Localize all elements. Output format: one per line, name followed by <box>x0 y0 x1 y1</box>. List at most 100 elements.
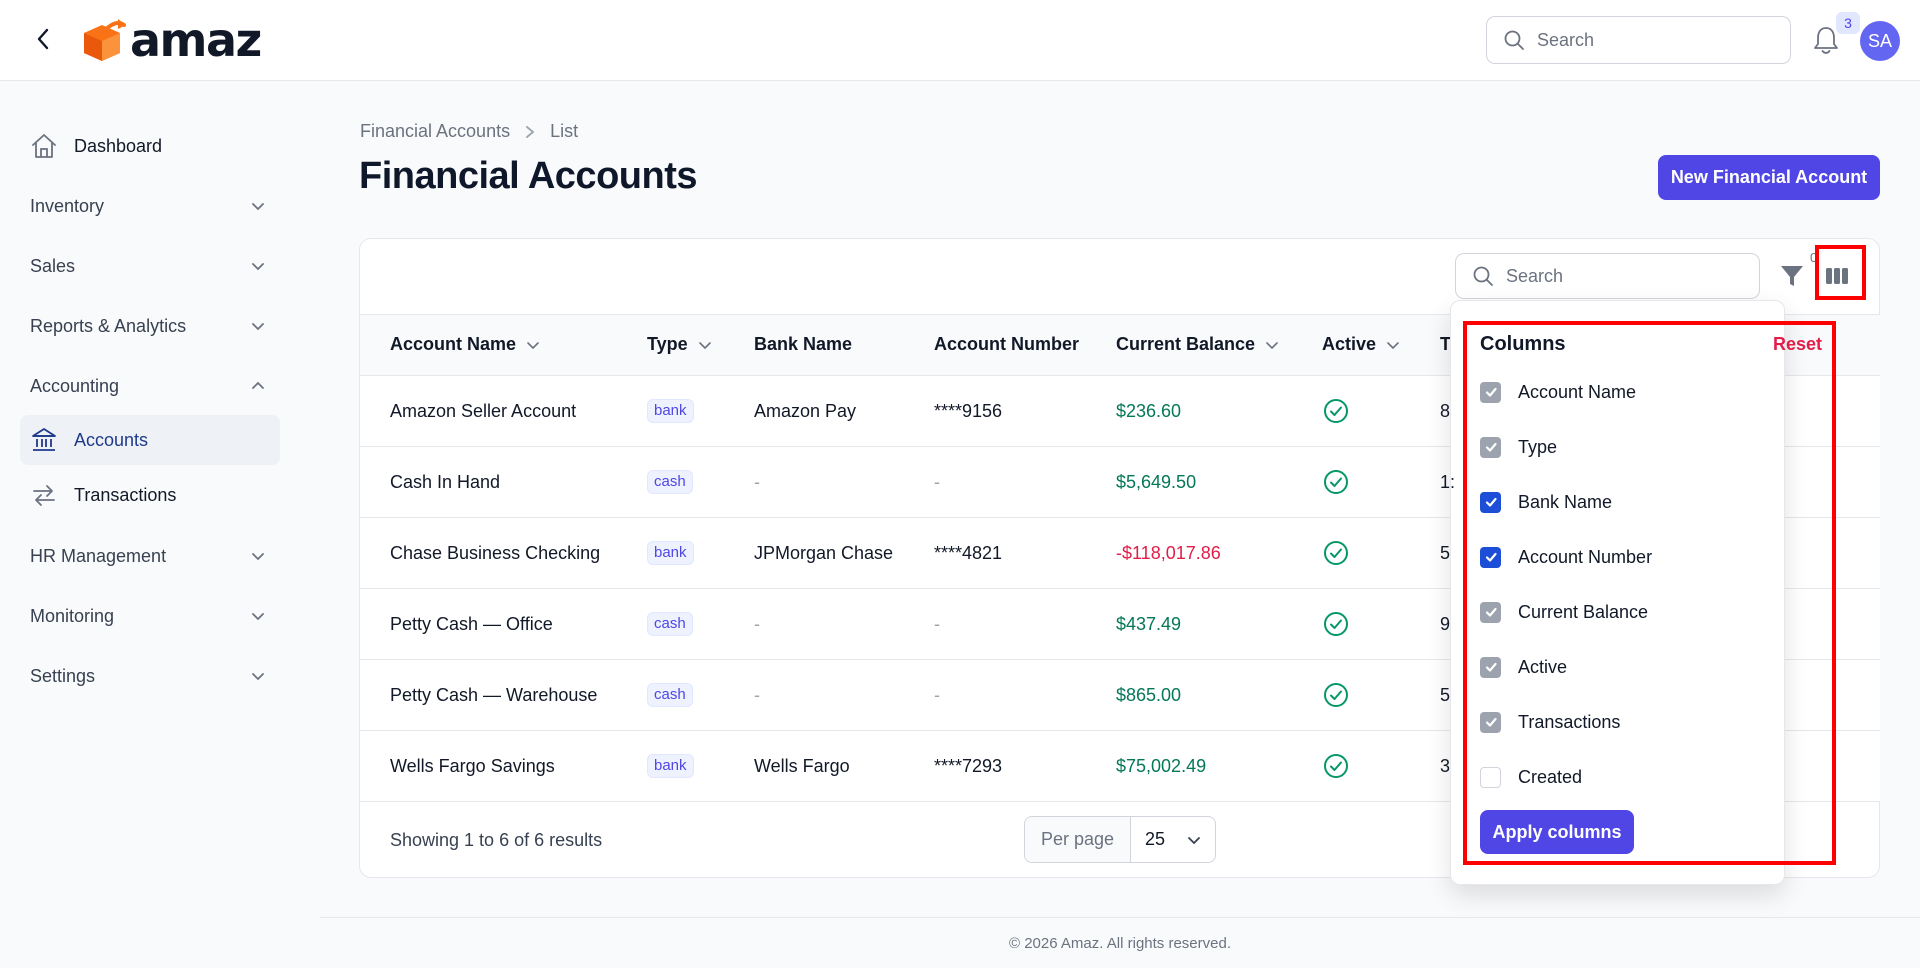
check-circle-icon <box>1324 470 1348 494</box>
account-number-cell: ****9156 <box>934 401 1003 421</box>
checkbox[interactable] <box>1480 381 1501 403</box>
account-type-badge: bank <box>647 541 694 565</box>
account-type-badge: bank <box>647 754 694 778</box>
app-logo[interactable]: amaz <box>78 13 262 67</box>
column-option-account-name[interactable]: Account Name <box>1480 377 1636 407</box>
account-type-badge: cash <box>647 470 693 494</box>
column-option-created[interactable]: Created <box>1480 762 1582 792</box>
sidebar-item-label: HR Management <box>30 545 167 566</box>
active-status-icon <box>1323 469 1349 495</box>
apply-columns-button[interactable]: Apply columns <box>1480 810 1634 854</box>
transactions-count-cell: 5 <box>1440 685 1451 705</box>
chevron-down-icon <box>252 203 264 211</box>
user-avatar[interactable]: SA <box>1860 21 1900 61</box>
column-option-label: Current Balance <box>1518 601 1649 622</box>
column-option-bank-name[interactable]: Bank Name <box>1480 487 1612 517</box>
search-icon <box>1504 30 1524 50</box>
column-option-transactions[interactable]: Transactions <box>1480 707 1620 737</box>
back-button[interactable] <box>28 24 58 54</box>
chevron-down-icon <box>252 613 264 621</box>
checkbox[interactable] <box>1480 546 1501 568</box>
checkbox[interactable] <box>1480 601 1501 623</box>
bank-name-cell: Wells Fargo <box>754 756 850 776</box>
column-header-type[interactable]: Type <box>647 334 712 355</box>
toggle-columns-button[interactable] <box>1820 262 1854 290</box>
column-header-label: Account Name <box>390 334 517 354</box>
sidebar-item-inventory[interactable]: Inventory <box>20 181 280 231</box>
transactions-count-cell: 1: <box>1440 472 1456 492</box>
checkbox[interactable] <box>1480 491 1501 513</box>
column-header-active[interactable]: Active <box>1322 334 1400 355</box>
sidebar-item-dashboard[interactable]: Dashboard <box>20 121 280 171</box>
account-name-cell: Petty Cash — Warehouse <box>390 685 598 705</box>
sidebar-item-label: Transactions <box>74 484 177 505</box>
logo-box-icon <box>84 19 126 61</box>
account-number-cell: - <box>934 614 940 634</box>
breadcrumb-financial-accounts[interactable]: Financial Accounts <box>360 121 510 142</box>
chevron-down-icon <box>252 553 264 561</box>
breadcrumb-list: List <box>550 121 579 141</box>
sidebar-item-settings[interactable]: Settings <box>20 651 280 701</box>
column-header-current-balance[interactable]: Current Balance <box>1116 334 1279 355</box>
column-option-active[interactable]: Active <box>1480 652 1567 682</box>
sidebar-item-label: Dashboard <box>74 135 163 156</box>
new-financial-account-button[interactable]: New Financial Account <box>1658 155 1880 200</box>
table-search-box[interactable] <box>1455 253 1760 299</box>
filter-count-badge: 0 <box>1810 250 1818 265</box>
top-bar: amaz 3 SA <box>0 0 1920 81</box>
column-option-label: Bank Name <box>1518 491 1613 512</box>
home-icon <box>32 134 56 158</box>
sidebar-item-label: Reports & Analytics <box>30 315 187 336</box>
chevron-down-icon <box>527 341 539 349</box>
checkbox[interactable] <box>1480 711 1501 733</box>
account-number-cell: ****7293 <box>934 756 1003 776</box>
current-balance-cell: $5,649.50 <box>1116 472 1197 492</box>
account-number-cell: - <box>934 685 940 705</box>
check-circle-icon <box>1324 541 1348 565</box>
sidebar-item-label: Monitoring <box>30 605 115 626</box>
current-balance-cell: -$118,017.86 <box>1116 543 1221 563</box>
sidebar-item-accounts[interactable]: Accounts <box>20 415 280 465</box>
bank-name-cell: - <box>754 685 760 705</box>
column-header-label: Bank Name <box>754 334 853 354</box>
filter-button[interactable] <box>1778 262 1806 290</box>
search-icon <box>1473 266 1493 286</box>
sidebar-item-hr-management[interactable]: HR Management <box>20 531 280 581</box>
per-page-selector[interactable]: Per page 25 <box>1024 816 1216 863</box>
account-name-cell: Cash In Hand <box>390 472 501 492</box>
active-status-icon <box>1323 682 1349 708</box>
checkbox[interactable] <box>1480 436 1501 458</box>
global-search-input[interactable] <box>1537 29 1767 51</box>
account-type-badge: bank <box>647 399 694 423</box>
transactions-count-cell: 3 <box>1440 756 1451 776</box>
columns-reset-button[interactable]: Reset <box>1773 334 1822 355</box>
checkbox[interactable] <box>1480 656 1501 678</box>
column-header-account-name[interactable]: Account Name <box>390 334 540 355</box>
column-option-account-number[interactable]: Account Number <box>1480 542 1652 572</box>
sidebar-item-transactions[interactable]: Transactions <box>20 470 280 520</box>
global-search-box[interactable] <box>1486 16 1791 64</box>
check-circle-icon <box>1324 754 1348 778</box>
column-option-label: Account Name <box>1518 381 1637 402</box>
active-status-icon <box>1323 611 1349 637</box>
account-name-cell: Chase Business Checking <box>390 543 601 563</box>
column-option-current-balance[interactable]: Current Balance <box>1480 597 1648 627</box>
per-page-select[interactable]: 25 <box>1131 829 1215 850</box>
table-search-input[interactable] <box>1506 265 1736 287</box>
sidebar-item-sales[interactable]: Sales <box>20 241 280 291</box>
sidebar-item-accounting[interactable]: Accounting <box>20 361 280 411</box>
column-header-account-number: Account Number <box>934 334 1079 355</box>
sidebar-item-label: Sales <box>30 255 76 276</box>
per-page-label: Per page <box>1025 817 1131 862</box>
check-circle-icon <box>1324 399 1348 423</box>
bank-name-cell: JPMorgan Chase <box>754 543 894 563</box>
column-option-label: Active <box>1518 656 1568 677</box>
logo-text: amaz <box>130 13 262 67</box>
checkbox[interactable] <box>1480 766 1501 788</box>
sidebar-item-monitoring[interactable]: Monitoring <box>20 591 280 641</box>
current-balance-cell: $865.00 <box>1116 685 1182 705</box>
bank-name-cell: - <box>754 614 760 634</box>
sidebar-item-reports[interactable]: Reports & Analytics <box>20 301 280 351</box>
column-option-label: Transactions <box>1518 711 1621 732</box>
column-option-type[interactable]: Type <box>1480 432 1557 462</box>
